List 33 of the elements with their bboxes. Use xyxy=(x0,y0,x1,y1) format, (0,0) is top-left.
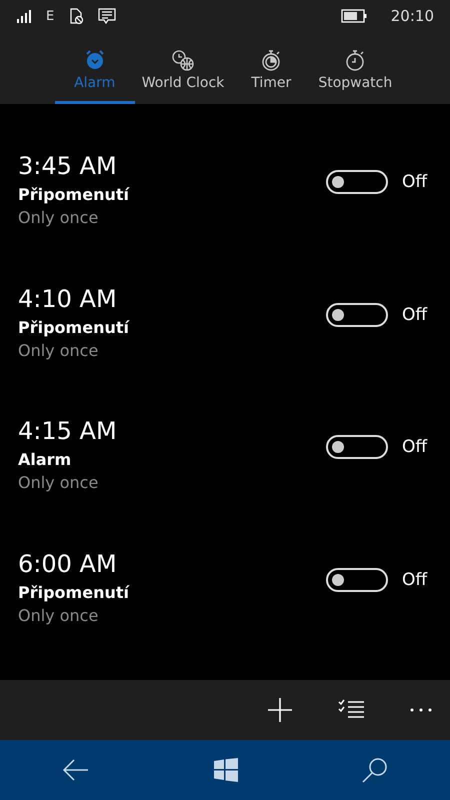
alarm-repeat: Only once xyxy=(18,207,100,229)
alarm-name: Připomenutí xyxy=(18,184,130,206)
tab[interactable]: Timer xyxy=(231,32,312,104)
alarm-repeat: Only once xyxy=(18,604,100,626)
toggle-switch[interactable] xyxy=(326,170,388,194)
more-icon[interactable] xyxy=(410,708,432,712)
alarm-time: 6:00 AM xyxy=(18,548,118,580)
toggle-state: Off xyxy=(402,172,428,192)
signal-icon xyxy=(16,9,34,23)
alarm-clock-icon xyxy=(84,49,106,71)
message-icon xyxy=(98,7,116,25)
clock-globe-icon xyxy=(170,49,195,71)
alarm-repeat: Only once xyxy=(18,472,100,494)
alarm-time: 4:15 AM xyxy=(18,416,118,447)
toggle-switch[interactable] xyxy=(326,568,388,592)
clock-time: 20:10 xyxy=(390,7,434,25)
stopwatch-icon xyxy=(344,49,366,71)
alarm-name: Připomenutí xyxy=(18,582,130,604)
toggle-state: Off xyxy=(402,570,428,590)
alarm-name: Připomenutí xyxy=(18,316,130,338)
alarm-name: Alarm xyxy=(18,449,72,471)
toggle-state: Off xyxy=(402,304,428,324)
alarm-time: 3:45 AM xyxy=(18,151,118,182)
toggle-switch[interactable] xyxy=(326,302,388,326)
alarm-repeat: Only once xyxy=(18,340,100,362)
timer-icon xyxy=(260,49,282,71)
toggle-switch[interactable] xyxy=(326,435,388,459)
tab[interactable]: Stopwatch xyxy=(315,32,396,104)
alarm-time: 4:10 AM xyxy=(18,284,118,314)
network-type: E xyxy=(46,8,54,24)
toggle-state: Off xyxy=(402,437,428,457)
battery-icon xyxy=(340,9,367,23)
tab[interactable]: World Clock xyxy=(138,32,228,104)
